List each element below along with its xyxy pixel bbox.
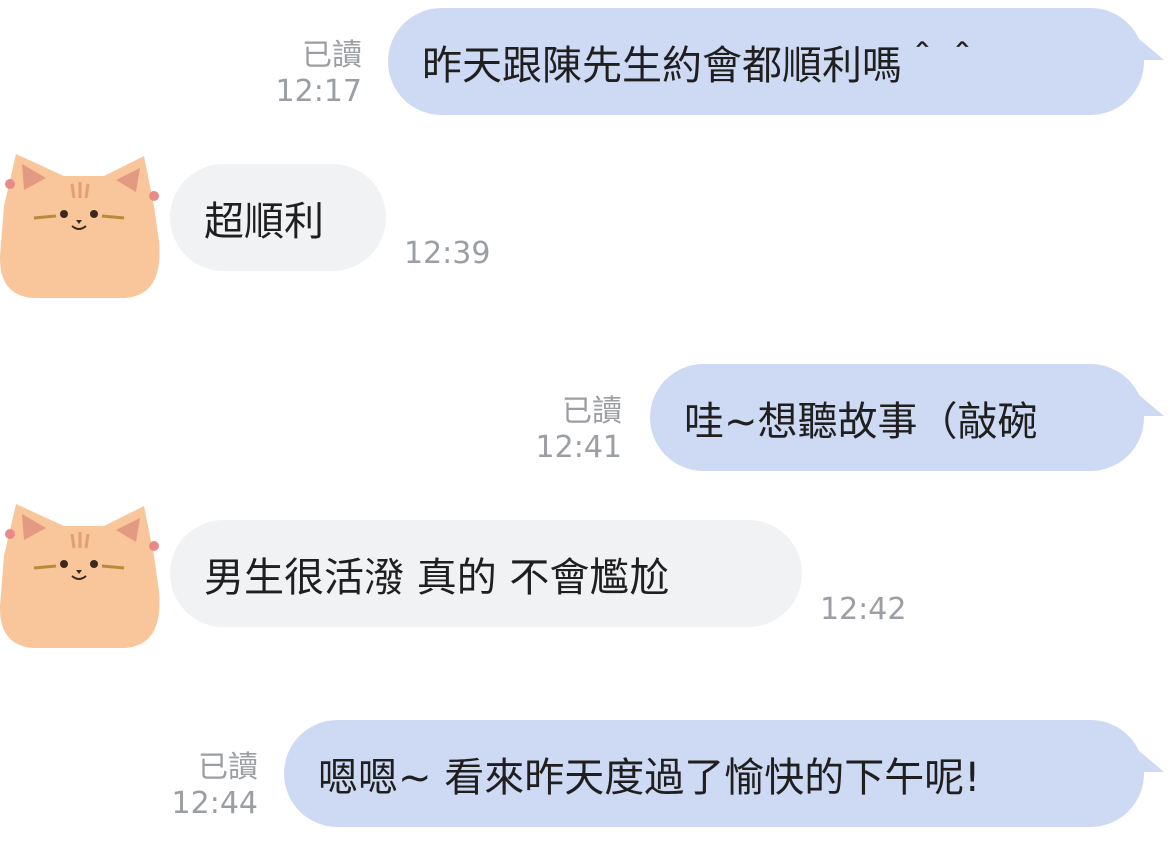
cat-avatar-icon[interactable] <box>0 496 169 656</box>
cat-avatar-icon[interactable] <box>0 146 169 306</box>
incoming-message-bubble[interactable]: 男生很活潑 真的 不會尷尬 <box>170 520 802 627</box>
bubble-tail <box>1138 394 1164 416</box>
message-text: 嗯嗯~ 看來昨天度過了愉快的下午呢! <box>318 754 981 801</box>
read-receipt: 已讀 12:41 <box>510 394 622 466</box>
message-time: 12:39 <box>404 236 491 271</box>
message-text: 超順利 <box>204 198 324 245</box>
message-text: 哇~想聽故事（敲碗 <box>684 398 1038 445</box>
message-text: 昨天跟陳先生約會都順利嗎＾＾ <box>422 42 982 89</box>
read-receipt: 已讀 12:17 <box>250 38 362 110</box>
outgoing-message-bubble[interactable]: 昨天跟陳先生約會都順利嗎＾＾ <box>388 8 1144 115</box>
bubble-tail <box>1138 38 1164 60</box>
incoming-message-bubble[interactable]: 超順利 <box>170 164 386 271</box>
message-time: 12:17 <box>275 74 362 109</box>
message-time: 12:42 <box>820 592 907 627</box>
outgoing-message-bubble[interactable]: 哇~想聽故事（敲碗 <box>650 364 1144 471</box>
read-receipt: 已讀 12:44 <box>146 750 258 822</box>
message-time: 12:44 <box>171 786 258 821</box>
bubble-tail <box>1138 750 1164 772</box>
message-text: 男生很活潑 真的 不會尷尬 <box>204 554 670 601</box>
read-status: 已讀 <box>198 750 258 785</box>
read-status: 已讀 <box>302 38 362 73</box>
message-time: 12:41 <box>535 430 622 465</box>
outgoing-message-bubble[interactable]: 嗯嗯~ 看來昨天度過了愉快的下午呢! <box>284 720 1144 827</box>
read-status: 已讀 <box>562 394 622 429</box>
